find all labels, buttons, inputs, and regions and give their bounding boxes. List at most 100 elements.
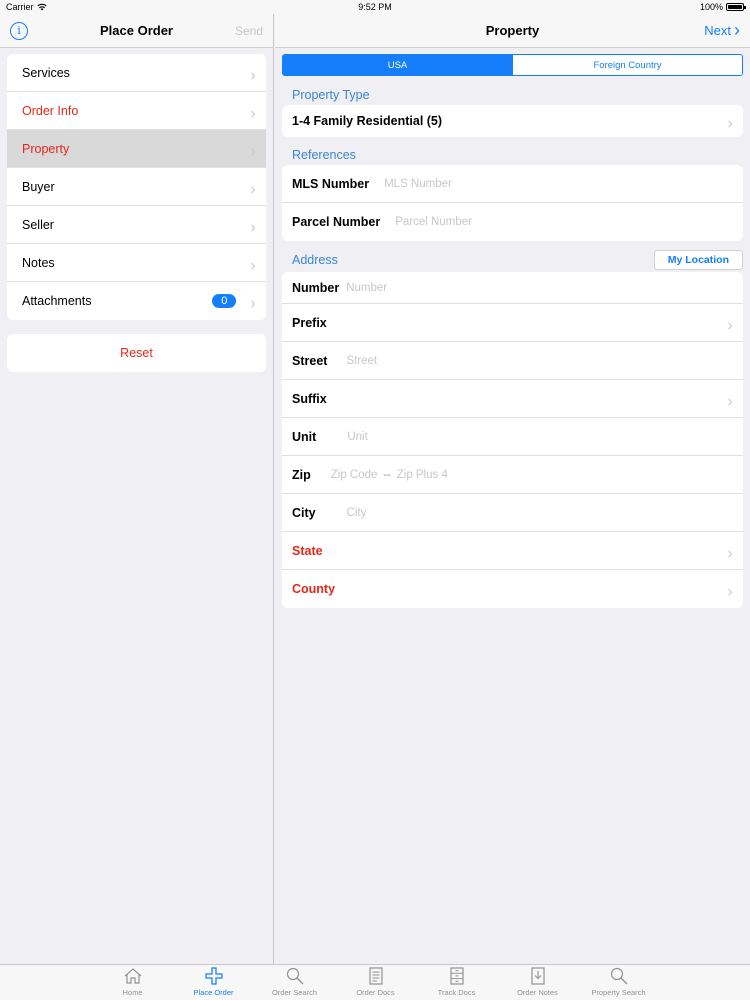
chevron-right-icon: ›: [727, 543, 733, 564]
zip-label: Zip: [292, 467, 311, 482]
menu-item-buyer[interactable]: Buyer ›: [7, 168, 266, 206]
city-row[interactable]: City City: [282, 494, 743, 532]
unit-label: Unit: [292, 429, 317, 444]
tab-property-search[interactable]: Property Search: [578, 965, 659, 1000]
zip-code-field[interactable]: Zip Code: [331, 469, 378, 481]
menu-item-label: Attachments: [22, 294, 92, 308]
segment-usa[interactable]: USA: [283, 55, 512, 75]
segment-foreign-country[interactable]: Foreign Country: [512, 55, 742, 75]
property-type-header: Property Type: [292, 88, 743, 102]
info-icon[interactable]: i: [10, 21, 28, 40]
attachments-count-badge: 0: [212, 294, 237, 308]
search-icon: [608, 966, 630, 986]
chevron-right-icon: ›: [734, 20, 740, 40]
tab-label: Place Order: [193, 988, 234, 997]
menu-item-label: Property: [22, 141, 70, 156]
street-row[interactable]: Street Street: [282, 342, 743, 380]
mls-number-field[interactable]: MLS Number: [384, 178, 452, 190]
tab-order-search[interactable]: Order Search: [254, 965, 335, 1000]
tab-order-docs[interactable]: Order Docs: [335, 965, 416, 1000]
master-pane: i Place Order Send Services › Order Info…: [0, 14, 274, 964]
prefix-row[interactable]: Prefix ›: [282, 304, 743, 342]
detail-pane: Property Next › USA Foreign Country Prop…: [275, 14, 750, 964]
suffix-row[interactable]: Suffix ›: [282, 380, 743, 418]
right-navbar: Property Next ›: [275, 14, 750, 48]
street-field[interactable]: Street: [346, 355, 377, 367]
menu-item-property[interactable]: Property ›: [7, 130, 266, 168]
tab-label: Order Notes: [517, 988, 558, 997]
chevron-right-icon: ›: [250, 103, 256, 124]
next-button-label: Next: [704, 23, 731, 38]
chevron-right-icon: ›: [727, 582, 733, 602]
zip-separator: --: [383, 468, 391, 481]
country-segmented-control: USA Foreign Country: [282, 54, 743, 76]
unit-row[interactable]: Unit Unit: [282, 418, 743, 456]
section-title: Address: [292, 253, 338, 267]
number-label: Number: [292, 280, 340, 295]
parcel-number-row[interactable]: Parcel Number Parcel Number: [282, 203, 743, 241]
left-navbar: i Place Order Send: [0, 14, 273, 48]
chevron-right-icon: ›: [727, 391, 733, 412]
number-field[interactable]: Number: [346, 282, 387, 294]
notes-icon: [527, 966, 549, 986]
number-row[interactable]: Number Number: [282, 272, 743, 304]
property-type-card: 1-4 Family Residential (5) ›: [282, 105, 743, 137]
battery-icon: [726, 3, 746, 11]
chevron-right-icon: ›: [250, 255, 256, 276]
parcel-number-field[interactable]: Parcel Number: [395, 216, 472, 228]
menu-item-order-info[interactable]: Order Info ›: [7, 92, 266, 130]
chevron-right-icon: ›: [250, 294, 256, 314]
tab-label: Order Search: [271, 988, 318, 997]
reset-button[interactable]: Reset: [7, 334, 266, 372]
property-type-row[interactable]: 1-4 Family Residential (5) ›: [282, 105, 743, 137]
zip-plus-4-field[interactable]: Zip Plus 4: [397, 469, 448, 481]
menu-item-attachments[interactable]: Attachments 0 ›: [7, 282, 266, 320]
tab-home[interactable]: Home: [92, 965, 173, 1000]
menu-item-label: Order Info: [22, 103, 79, 118]
chevron-right-icon: ›: [250, 217, 256, 238]
city-field[interactable]: City: [347, 507, 367, 519]
tab-label: Order Docs: [356, 988, 395, 997]
address-card: Number Number Prefix › Street Street Suf…: [282, 272, 743, 608]
county-row[interactable]: County ›: [282, 570, 743, 608]
chevron-right-icon: ›: [250, 65, 256, 86]
plus-icon: [203, 966, 225, 986]
carrier-label: Carrier: [6, 2, 34, 12]
tab-track-docs[interactable]: Track Docs: [416, 965, 497, 1000]
references-card: MLS Number MLS Number Parcel Number Parc…: [282, 165, 743, 241]
chevron-right-icon: ›: [727, 315, 733, 336]
street-label: Street: [292, 353, 328, 368]
chevron-right-icon: ›: [727, 114, 733, 134]
my-location-button[interactable]: My Location: [653, 250, 743, 270]
send-button[interactable]: Send: [235, 24, 263, 38]
menu-item-services[interactable]: Services ›: [7, 54, 266, 92]
menu-item-label: Seller: [22, 217, 54, 232]
section-title: References: [292, 148, 356, 162]
zip-row[interactable]: Zip Zip Code -- Zip Plus 4: [282, 456, 743, 494]
mls-number-row[interactable]: MLS Number MLS Number: [282, 165, 743, 203]
unit-field[interactable]: Unit: [347, 431, 367, 443]
prefix-label: Prefix: [292, 315, 327, 330]
menu-item-notes[interactable]: Notes ›: [7, 244, 266, 282]
address-header: Address My Location: [292, 250, 743, 270]
left-nav-title: Place Order: [100, 23, 173, 38]
state-row[interactable]: State ›: [282, 532, 743, 570]
references-header: References: [292, 148, 743, 162]
status-bar: Carrier 9:52 PM 100%: [0, 0, 750, 14]
tab-order-notes[interactable]: Order Notes: [497, 965, 578, 1000]
tab-label: Home: [122, 988, 143, 997]
document-icon: [365, 966, 387, 986]
chevron-right-icon: ›: [250, 141, 256, 162]
right-nav-title: Property: [485, 23, 540, 38]
tab-place-order[interactable]: Place Order: [173, 965, 254, 1000]
home-icon: [122, 966, 144, 986]
menu-item-label: Services: [22, 65, 70, 80]
menu-item-seller[interactable]: Seller ›: [7, 206, 266, 244]
status-time: 9:52 PM: [358, 2, 392, 12]
mls-number-label: MLS Number: [292, 176, 370, 191]
search-icon: [284, 966, 306, 986]
next-button[interactable]: Next ›: [704, 20, 740, 40]
property-type-value: 1-4 Family Residential (5): [292, 114, 443, 128]
menu-item-label: Buyer: [22, 179, 55, 194]
wifi-icon: [36, 3, 47, 11]
